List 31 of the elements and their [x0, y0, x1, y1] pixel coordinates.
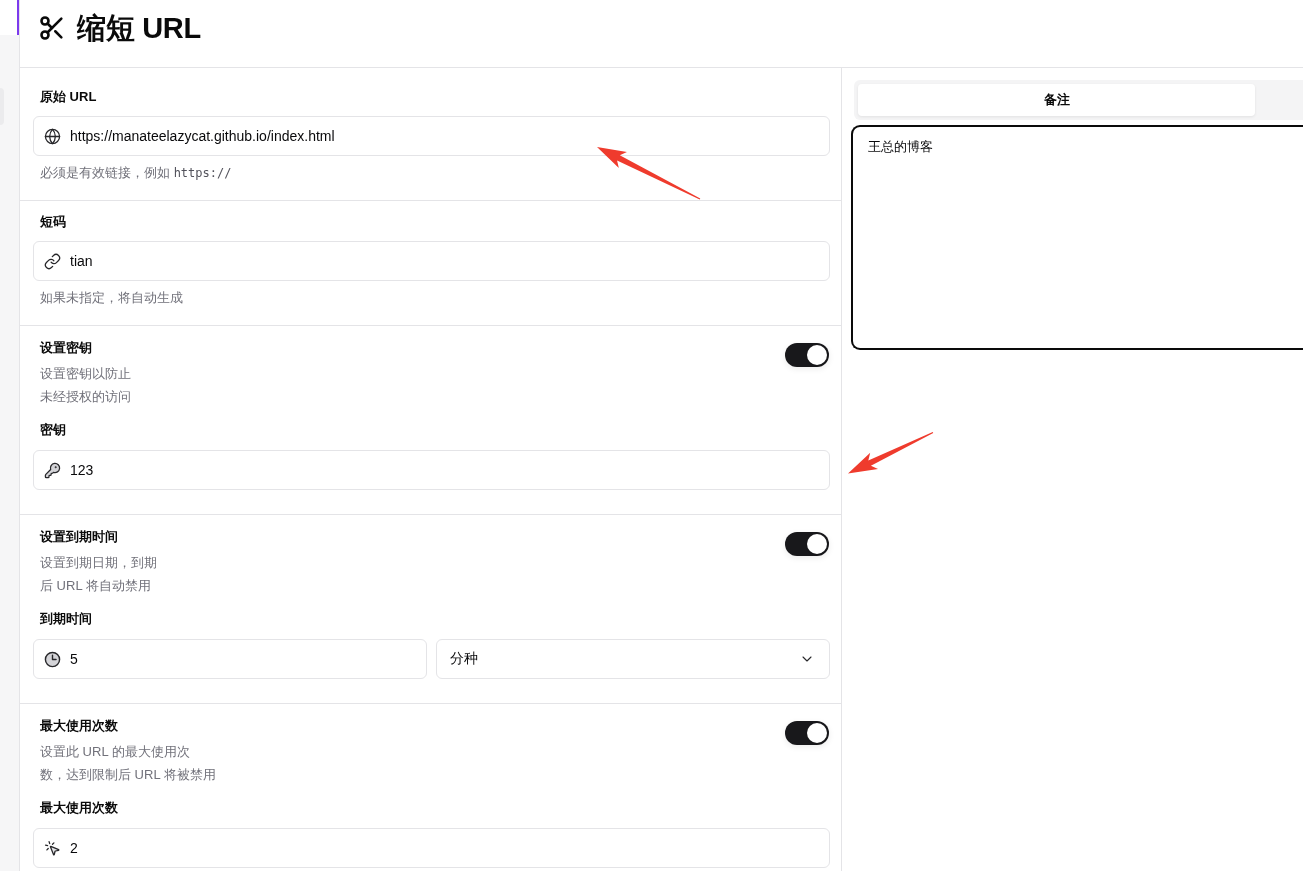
key-icon — [44, 461, 61, 479]
notes-textarea[interactable]: 王总的博客 — [851, 125, 1303, 350]
field-label: 短码 — [39, 213, 67, 231]
field-label: 密钥 — [39, 421, 67, 439]
globe-icon — [44, 127, 61, 145]
toggle-switch[interactable] — [785, 343, 829, 367]
hint-text: 必须是有效链接，例如 https:// — [39, 164, 233, 182]
hint-text: 如果未指定，将自动生成 — [39, 289, 184, 307]
duration-field[interactable]: 5 — [33, 639, 427, 679]
pointer-click-icon — [44, 839, 61, 857]
unit-select[interactable]: 分种 — [436, 639, 830, 679]
toggle-switch[interactable] — [785, 721, 829, 745]
clock-icon — [44, 650, 61, 668]
option-title: 最大使用次数 — [39, 717, 119, 735]
toggle-switch[interactable] — [785, 532, 829, 556]
link-icon — [44, 252, 61, 270]
url-field[interactable]: https://manateelazycat.github.io/index.html — [33, 116, 830, 156]
count-field[interactable]: 2 — [33, 828, 830, 868]
option-description: 设置到期日期，到期 后 URL 将自动禁用 — [39, 554, 157, 595]
field-label: 到期时间 — [39, 610, 93, 628]
field-label: 原始 URL — [39, 88, 98, 106]
option-description: 设置密钥以防止 未经授权的访问 — [39, 365, 131, 406]
password-field[interactable]: 123 — [33, 450, 830, 490]
option-description: 设置此 URL 的最大使用次 数，达到限制后 URL 将被禁用 — [39, 743, 216, 784]
option-title: 设置密钥 — [39, 339, 93, 357]
field-label: 最大使用次数 — [39, 799, 119, 817]
page-title: 缩短 URL — [77, 10, 201, 45]
option-title: 设置到期时间 — [39, 528, 119, 546]
short-code-field[interactable]: tian — [33, 241, 830, 281]
tab[interactable]: 备注 — [858, 84, 1255, 116]
scissors-icon — [38, 13, 66, 42]
